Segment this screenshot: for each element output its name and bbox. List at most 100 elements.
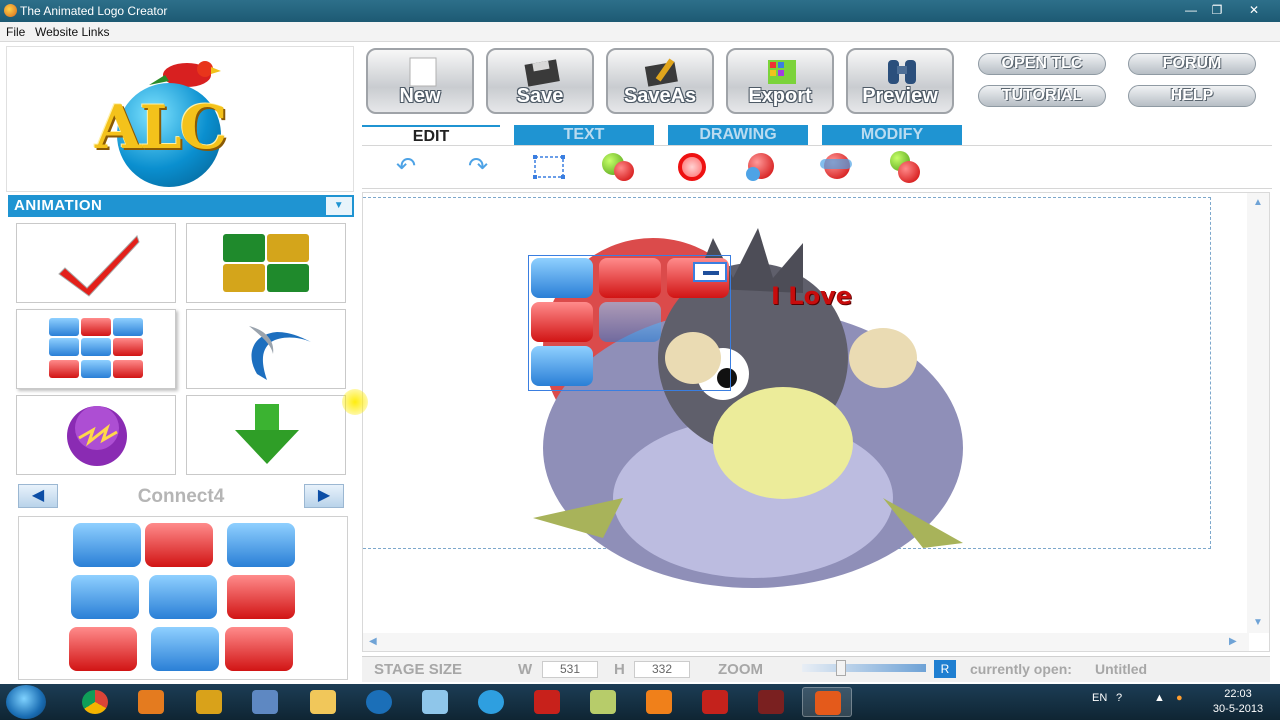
scroll-right-icon[interactable]: ▶: [1229, 636, 1237, 647]
taskbar-globe[interactable]: [466, 687, 516, 717]
forum-button[interactable]: FORUM: [1128, 53, 1256, 75]
language-indicator[interactable]: EN: [1092, 692, 1107, 704]
stage-logo-text[interactable]: I Love: [771, 282, 852, 310]
preview-label: Preview: [862, 85, 938, 107]
show-hidden-icons[interactable]: ▲: [1154, 692, 1165, 704]
save-button[interactable]: Save: [486, 48, 594, 114]
open-tlc-button[interactable]: OPEN TLC: [978, 53, 1106, 75]
floppy-pencil-icon: [644, 58, 678, 87]
edit-toolbar: [362, 145, 1272, 189]
taskbar-filezilla[interactable]: [522, 687, 572, 717]
floppy-icon: [524, 59, 560, 87]
menu-file[interactable]: File: [6, 25, 25, 39]
taskbar-notes[interactable]: [578, 687, 628, 717]
export-icon: [768, 60, 796, 84]
orb-icon: [67, 406, 127, 466]
animation-tile-orb[interactable]: [16, 395, 176, 475]
animation-dropdown-icon[interactable]: ▼: [326, 197, 352, 215]
logo-text: ALC: [95, 93, 227, 163]
taskbar-hp[interactable]: [354, 687, 404, 717]
animation-preview: [18, 516, 348, 680]
saveas-button[interactable]: SaveAs: [606, 48, 714, 114]
taskbar-active-app[interactable]: [802, 687, 852, 717]
zoom-slider-handle[interactable]: [836, 660, 846, 676]
left-panel: ALC ANIMATION ▼ ◀ Connect4 ▶: [6, 46, 356, 682]
new-document-icon: [409, 57, 437, 87]
maximize-button[interactable]: ❐: [1204, 1, 1230, 19]
red-ball-icon[interactable]: [888, 151, 924, 183]
clock-date: 30-5-2013: [1212, 703, 1264, 715]
stage-size-label: STAGE SIZE: [374, 661, 463, 678]
tab-edit[interactable]: EDIT: [362, 125, 500, 145]
zoom-slider[interactable]: [802, 664, 926, 672]
animation-tile-grid[interactable]: [186, 223, 346, 303]
title-bar: The Animated Logo Creator — ❐ ✕: [0, 0, 1280, 22]
preview-button[interactable]: Preview: [846, 48, 954, 114]
saveas-label: SaveAs: [623, 85, 697, 107]
menu-bar: File Website Links: [0, 22, 1280, 42]
connect4-overlay[interactable]: [528, 255, 731, 391]
animation-tile-connect4[interactable]: [16, 309, 176, 389]
redo-icon[interactable]: ↷: [460, 151, 496, 183]
alc-logo: ALC: [6, 46, 354, 192]
reset-zoom-button[interactable]: R: [934, 660, 956, 678]
help-button[interactable]: HELP: [1128, 85, 1256, 107]
height-input[interactable]: 332: [634, 661, 690, 678]
remove-ball-icon[interactable]: [600, 151, 636, 183]
tutorial-button[interactable]: TUTORIAL: [978, 85, 1106, 107]
stage-canvas[interactable]: I Love: [363, 197, 1211, 588]
refresh-ball-icon[interactable]: [744, 151, 780, 183]
tab-text[interactable]: TEXT: [514, 125, 654, 145]
scroll-down-icon[interactable]: ▼: [1253, 617, 1263, 628]
taskbar-media[interactable]: [126, 687, 176, 717]
taskbar-explorer[interactable]: [298, 687, 348, 717]
animation-tile-swirl[interactable]: [186, 309, 346, 389]
close-button[interactable]: ✕: [1234, 1, 1274, 19]
notification-icon[interactable]: ●: [1176, 692, 1183, 704]
vertical-scrollbar[interactable]: ▲ ▼: [1247, 193, 1269, 633]
new-button[interactable]: New: [366, 48, 474, 114]
currently-open-value: Untitled: [1095, 661, 1148, 677]
animation-tile-checkmark[interactable]: [16, 223, 176, 303]
zoom-label: ZOOM: [718, 661, 763, 678]
export-button[interactable]: Export: [726, 48, 834, 114]
taskbar-mail[interactable]: [634, 687, 684, 717]
menu-website-links[interactable]: Website Links: [35, 25, 109, 39]
binoculars-icon: [888, 60, 916, 84]
taskbar-app-blue[interactable]: [410, 687, 460, 717]
next-animation-button[interactable]: ▶: [304, 484, 344, 508]
taskbar-tools[interactable]: [746, 687, 796, 717]
clock[interactable]: 22:03 30-5-2013: [1206, 687, 1270, 717]
animation-navigator: ◀ Connect4 ▶: [16, 482, 346, 510]
stage-area[interactable]: I Love ▲ ▼ ◀ ▶: [362, 192, 1270, 652]
previous-animation-button[interactable]: ◀: [18, 484, 58, 508]
cursor-highlight: [342, 389, 368, 415]
window-title: The Animated Logo Creator: [20, 4, 168, 18]
minimize-button[interactable]: —: [1178, 1, 1204, 19]
animation-tile-down-arrow[interactable]: [186, 395, 346, 475]
checkmark-icon: [58, 235, 140, 297]
taskbar-red-app[interactable]: [690, 687, 740, 717]
animation-header[interactable]: ANIMATION ▼: [8, 195, 354, 217]
undo-icon[interactable]: ↶: [388, 151, 424, 183]
start-button[interactable]: [6, 685, 46, 719]
tab-modify[interactable]: MODIFY: [822, 125, 962, 145]
horizontal-scrollbar[interactable]: ◀ ▶: [363, 633, 1249, 651]
width-label: W: [518, 661, 533, 678]
animation-name: Connect4: [137, 486, 225, 507]
taskbar-archive[interactable]: [240, 687, 290, 717]
taskbar-logo-creator[interactable]: [184, 687, 234, 717]
scroll-up-icon[interactable]: ▲: [1253, 197, 1263, 208]
width-input[interactable]: 531: [542, 661, 598, 678]
help-tray-icon[interactable]: ?: [1116, 692, 1122, 704]
swap-ball-icon[interactable]: [818, 151, 854, 183]
no-entry-icon[interactable]: [674, 151, 710, 183]
tab-drawing[interactable]: DRAWING: [668, 125, 808, 145]
height-label: H: [614, 661, 625, 678]
scroll-left-icon[interactable]: ◀: [369, 636, 377, 647]
clock-time: 22:03: [1224, 688, 1252, 700]
selection-handle-icon[interactable]: [693, 262, 727, 282]
selection-icon[interactable]: [531, 151, 567, 183]
crow-mascot[interactable]: [363, 198, 1211, 588]
taskbar-chrome[interactable]: [70, 687, 120, 717]
